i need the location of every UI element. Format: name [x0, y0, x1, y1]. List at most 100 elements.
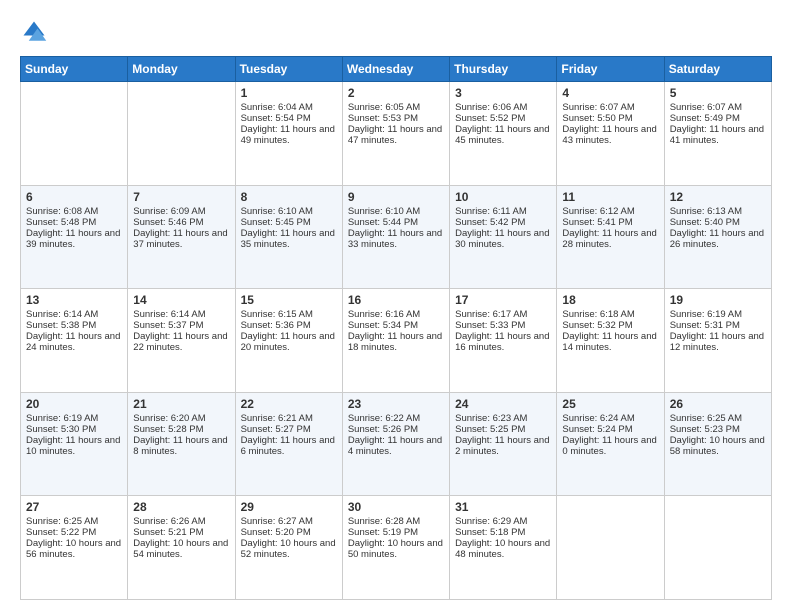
cell-text: Daylight: 11 hours and 12 minutes.	[670, 331, 766, 353]
day-number: 13	[26, 293, 122, 307]
weekday-header-sunday: Sunday	[21, 57, 128, 82]
day-number: 11	[562, 190, 658, 204]
calendar-cell: 24Sunrise: 6:23 AMSunset: 5:25 PMDayligh…	[450, 392, 557, 496]
cell-text: Sunset: 5:45 PM	[241, 217, 337, 228]
day-number: 7	[133, 190, 229, 204]
cell-text: Sunrise: 6:13 AM	[670, 206, 766, 217]
cell-text: Sunset: 5:26 PM	[348, 424, 444, 435]
cell-text: Daylight: 11 hours and 6 minutes.	[241, 435, 337, 457]
cell-text: Sunrise: 6:07 AM	[562, 102, 658, 113]
calendar-cell: 5Sunrise: 6:07 AMSunset: 5:49 PMDaylight…	[664, 82, 771, 186]
header	[20, 18, 772, 46]
cell-text: Sunset: 5:50 PM	[562, 113, 658, 124]
cell-text: Daylight: 11 hours and 10 minutes.	[26, 435, 122, 457]
calendar-week-row: 27Sunrise: 6:25 AMSunset: 5:22 PMDayligh…	[21, 496, 772, 600]
cell-text: Sunset: 5:53 PM	[348, 113, 444, 124]
day-number: 2	[348, 86, 444, 100]
cell-text: Sunset: 5:40 PM	[670, 217, 766, 228]
day-number: 6	[26, 190, 122, 204]
weekday-header-tuesday: Tuesday	[235, 57, 342, 82]
calendar-cell: 9Sunrise: 6:10 AMSunset: 5:44 PMDaylight…	[342, 185, 449, 289]
cell-text: Sunset: 5:52 PM	[455, 113, 551, 124]
cell-text: Daylight: 10 hours and 58 minutes.	[670, 435, 766, 457]
day-number: 22	[241, 397, 337, 411]
cell-text: Sunset: 5:46 PM	[133, 217, 229, 228]
calendar-cell: 29Sunrise: 6:27 AMSunset: 5:20 PMDayligh…	[235, 496, 342, 600]
cell-text: Sunset: 5:30 PM	[26, 424, 122, 435]
cell-text: Sunrise: 6:29 AM	[455, 516, 551, 527]
calendar-week-row: 20Sunrise: 6:19 AMSunset: 5:30 PMDayligh…	[21, 392, 772, 496]
calendar-cell: 4Sunrise: 6:07 AMSunset: 5:50 PMDaylight…	[557, 82, 664, 186]
day-number: 23	[348, 397, 444, 411]
weekday-header-saturday: Saturday	[664, 57, 771, 82]
cell-text: Sunrise: 6:09 AM	[133, 206, 229, 217]
cell-text: Daylight: 10 hours and 54 minutes.	[133, 538, 229, 560]
cell-text: Daylight: 11 hours and 33 minutes.	[348, 228, 444, 250]
calendar-cell: 30Sunrise: 6:28 AMSunset: 5:19 PMDayligh…	[342, 496, 449, 600]
day-number: 21	[133, 397, 229, 411]
cell-text: Sunrise: 6:19 AM	[670, 309, 766, 320]
cell-text: Sunset: 5:21 PM	[133, 527, 229, 538]
cell-text: Daylight: 10 hours and 50 minutes.	[348, 538, 444, 560]
day-number: 5	[670, 86, 766, 100]
day-number: 15	[241, 293, 337, 307]
day-number: 27	[26, 500, 122, 514]
calendar-cell: 10Sunrise: 6:11 AMSunset: 5:42 PMDayligh…	[450, 185, 557, 289]
cell-text: Sunset: 5:25 PM	[455, 424, 551, 435]
day-number: 17	[455, 293, 551, 307]
cell-text: Daylight: 11 hours and 28 minutes.	[562, 228, 658, 250]
cell-text: Daylight: 11 hours and 43 minutes.	[562, 124, 658, 146]
calendar-week-row: 1Sunrise: 6:04 AMSunset: 5:54 PMDaylight…	[21, 82, 772, 186]
cell-text: Daylight: 11 hours and 45 minutes.	[455, 124, 551, 146]
calendar-cell: 23Sunrise: 6:22 AMSunset: 5:26 PMDayligh…	[342, 392, 449, 496]
cell-text: Sunset: 5:31 PM	[670, 320, 766, 331]
weekday-header-row: SundayMondayTuesdayWednesdayThursdayFrid…	[21, 57, 772, 82]
cell-text: Sunrise: 6:04 AM	[241, 102, 337, 113]
calendar-cell	[664, 496, 771, 600]
calendar-cell: 21Sunrise: 6:20 AMSunset: 5:28 PMDayligh…	[128, 392, 235, 496]
cell-text: Sunrise: 6:20 AM	[133, 413, 229, 424]
day-number: 10	[455, 190, 551, 204]
calendar-cell: 16Sunrise: 6:16 AMSunset: 5:34 PMDayligh…	[342, 289, 449, 393]
cell-text: Sunset: 5:22 PM	[26, 527, 122, 538]
weekday-header-monday: Monday	[128, 57, 235, 82]
cell-text: Sunrise: 6:14 AM	[26, 309, 122, 320]
cell-text: Sunrise: 6:25 AM	[670, 413, 766, 424]
calendar-cell: 22Sunrise: 6:21 AMSunset: 5:27 PMDayligh…	[235, 392, 342, 496]
day-number: 29	[241, 500, 337, 514]
calendar-cell: 31Sunrise: 6:29 AMSunset: 5:18 PMDayligh…	[450, 496, 557, 600]
logo-icon	[20, 18, 48, 46]
day-number: 28	[133, 500, 229, 514]
logo	[20, 18, 52, 46]
cell-text: Sunrise: 6:24 AM	[562, 413, 658, 424]
cell-text: Sunset: 5:18 PM	[455, 527, 551, 538]
cell-text: Sunset: 5:24 PM	[562, 424, 658, 435]
weekday-header-wednesday: Wednesday	[342, 57, 449, 82]
cell-text: Daylight: 11 hours and 18 minutes.	[348, 331, 444, 353]
cell-text: Sunrise: 6:19 AM	[26, 413, 122, 424]
day-number: 20	[26, 397, 122, 411]
cell-text: Daylight: 11 hours and 16 minutes.	[455, 331, 551, 353]
day-number: 8	[241, 190, 337, 204]
cell-text: Daylight: 11 hours and 4 minutes.	[348, 435, 444, 457]
cell-text: Sunrise: 6:11 AM	[455, 206, 551, 217]
calendar-cell: 2Sunrise: 6:05 AMSunset: 5:53 PMDaylight…	[342, 82, 449, 186]
calendar-cell: 1Sunrise: 6:04 AMSunset: 5:54 PMDaylight…	[235, 82, 342, 186]
cell-text: Sunrise: 6:10 AM	[348, 206, 444, 217]
calendar-week-row: 13Sunrise: 6:14 AMSunset: 5:38 PMDayligh…	[21, 289, 772, 393]
cell-text: Sunset: 5:33 PM	[455, 320, 551, 331]
calendar-cell: 28Sunrise: 6:26 AMSunset: 5:21 PMDayligh…	[128, 496, 235, 600]
cell-text: Sunset: 5:28 PM	[133, 424, 229, 435]
cell-text: Sunset: 5:44 PM	[348, 217, 444, 228]
day-number: 1	[241, 86, 337, 100]
calendar-cell: 26Sunrise: 6:25 AMSunset: 5:23 PMDayligh…	[664, 392, 771, 496]
calendar-cell	[557, 496, 664, 600]
calendar-cell: 14Sunrise: 6:14 AMSunset: 5:37 PMDayligh…	[128, 289, 235, 393]
calendar-table: SundayMondayTuesdayWednesdayThursdayFrid…	[20, 56, 772, 600]
day-number: 30	[348, 500, 444, 514]
cell-text: Sunset: 5:42 PM	[455, 217, 551, 228]
calendar-cell: 18Sunrise: 6:18 AMSunset: 5:32 PMDayligh…	[557, 289, 664, 393]
cell-text: Sunset: 5:36 PM	[241, 320, 337, 331]
calendar-cell: 27Sunrise: 6:25 AMSunset: 5:22 PMDayligh…	[21, 496, 128, 600]
cell-text: Daylight: 10 hours and 52 minutes.	[241, 538, 337, 560]
